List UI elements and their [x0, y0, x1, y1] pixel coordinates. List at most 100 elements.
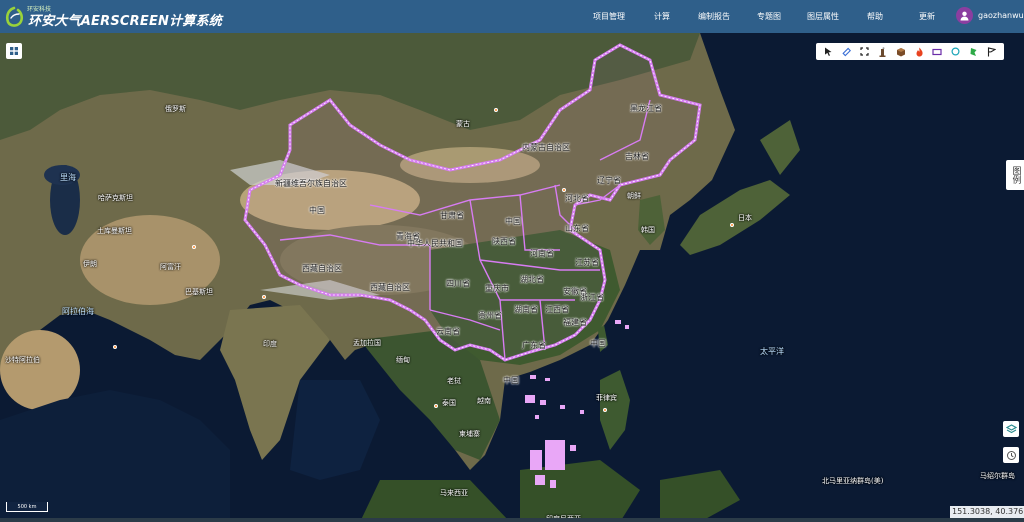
- label-jilin: 吉林省: [625, 152, 649, 161]
- nav-compile-report[interactable]: 编制报告: [698, 11, 730, 22]
- layers-button[interactable]: [1003, 421, 1019, 437]
- main-nav: 项目管理 计算 编制报告 专题图 图层属性 帮助 更新: [588, 0, 935, 33]
- fire-icon[interactable]: [912, 45, 926, 59]
- label-neimenggu: 内蒙古自治区: [522, 143, 570, 152]
- label-hunan: 湖南省: [514, 305, 538, 314]
- label-arabian-sea: 阿拉伯海: [62, 307, 94, 316]
- layers-icon: [1005, 423, 1017, 433]
- label-afghan: 阿富汗: [160, 263, 181, 271]
- label-pakistan: 巴基斯坦: [185, 288, 213, 296]
- city-dot-kabul: [192, 245, 196, 249]
- logo-leaf-icon: [4, 6, 24, 28]
- nav-help[interactable]: 帮助: [867, 11, 883, 22]
- legend-label: 图例: [1010, 166, 1021, 184]
- label-malaysia: 马来西亚: [440, 489, 468, 497]
- brand: 环安科技 环安大气AERSCREEN计算系统: [0, 5, 222, 29]
- label-xizang-2: 西藏自治区: [370, 283, 410, 292]
- avatar[interactable]: [956, 7, 973, 24]
- clock-icon: [1006, 450, 1016, 460]
- label-shandong: 山东省: [565, 224, 589, 233]
- label-zhejiang: 浙江省: [580, 293, 604, 302]
- label-turkmen: 土库曼斯坦: [97, 227, 132, 235]
- legend-tab[interactable]: 图例: [1006, 160, 1024, 190]
- label-jiangxi: 江西省: [545, 305, 569, 314]
- label-hainan: 中国: [503, 376, 519, 385]
- satellite-basemap: [0, 33, 1024, 522]
- label-xinjiang: 新疆维吾尔族自治区: [275, 179, 347, 188]
- circle-icon[interactable]: [948, 45, 962, 59]
- select-arrow-icon[interactable]: [821, 45, 835, 59]
- label-cambodia: 柬埔寨: [459, 430, 480, 438]
- city-dot-ulaanbaatar: [494, 108, 498, 112]
- label-vietnam: 越南: [477, 397, 491, 405]
- label-prc: 中华人民共和国: [407, 239, 463, 248]
- city-dot-manila: [603, 408, 607, 412]
- history-button[interactable]: [1003, 447, 1019, 463]
- nav-update[interactable]: 更新: [919, 11, 935, 22]
- map-view[interactable]: 新疆维吾尔族自治区 内蒙古自治区 黑龙江省 吉林省 辽宁省 河北省 甘肃省 青海…: [0, 33, 1024, 522]
- nav-layer-properties[interactable]: 图层属性: [807, 11, 839, 22]
- top-bar: 环安科技 环安大气AERSCREEN计算系统 项目管理 计算 编制报告 专题图 …: [0, 0, 1024, 33]
- label-gansu: 甘肃省: [440, 211, 464, 220]
- label-heilongjiang: 黑龙江省: [630, 104, 662, 113]
- fullscreen-icon[interactable]: [857, 45, 871, 59]
- city-dot-beijing: [562, 188, 566, 192]
- label-xizang: 西藏自治区: [302, 264, 342, 273]
- label-korea: 韩国: [641, 226, 655, 234]
- label-henan: 河南省: [530, 249, 554, 258]
- label-philippines: 菲律宾: [596, 394, 617, 402]
- city-dot-muscat: [113, 345, 117, 349]
- label-taiwan: 中国: [590, 339, 606, 348]
- label-iran: 伊朗: [83, 260, 97, 268]
- label-laos: 老挝: [447, 377, 461, 385]
- label-pacific: 太平洋: [760, 347, 784, 356]
- label-chongqing: 重庆市: [485, 284, 509, 293]
- label-kazakh: 哈萨克斯坦: [98, 194, 133, 202]
- label-marshall: 马绍尔群岛: [980, 472, 1015, 480]
- label-mongolia: 蒙古: [456, 120, 470, 128]
- label-north-korea: 朝鲜: [627, 192, 641, 200]
- username: gaozhanwu: [978, 11, 1024, 20]
- app-title: 环安大气AERSCREEN计算系统: [28, 13, 222, 29]
- scale-bar: 500 km: [6, 502, 48, 512]
- label-japan: 日本: [738, 214, 752, 222]
- nav-thematic-map[interactable]: 专题图: [757, 11, 781, 22]
- label-hubei: 湖北省: [520, 275, 544, 284]
- user-menu[interactable]: gaozhanwu: [956, 7, 1024, 24]
- logo-subtitle: 环安科技: [27, 6, 52, 13]
- nav-project-management[interactable]: 项目管理: [593, 11, 625, 22]
- city-dot-tokyo: [730, 223, 734, 227]
- app-root: 环安科技 环安大气AERSCREEN计算系统 项目管理 计算 编制报告 专题图 …: [0, 0, 1024, 522]
- coordinate-readout: 151.3038, 40.3761: [950, 506, 1024, 518]
- grid-icon: [10, 47, 18, 55]
- city-dot-bangkok: [434, 404, 438, 408]
- label-jiangsu: 江苏省: [575, 258, 599, 267]
- label-china-west: 中国: [309, 206, 325, 215]
- label-guangdong: 广东省: [522, 341, 546, 350]
- flag-icon[interactable]: [985, 45, 999, 59]
- label-sichuan: 四川省: [446, 279, 470, 288]
- label-fujian: 福建省: [563, 318, 587, 327]
- label-mariana: 北马里亚纳群岛(美): [822, 477, 884, 485]
- label-yunnan: 云南省: [436, 327, 460, 336]
- city-dot-delhi: [262, 295, 266, 299]
- rectangle-icon[interactable]: [930, 45, 944, 59]
- label-guizhou: 贵州省: [478, 311, 502, 320]
- label-caspian: 里海: [60, 173, 76, 182]
- label-russia: 俄罗斯: [165, 105, 186, 113]
- bottom-strip: [0, 518, 1024, 522]
- label-bangladesh: 孟加拉国: [353, 339, 381, 347]
- label-liaoning: 辽宁省: [597, 176, 621, 185]
- chimney-icon[interactable]: [876, 45, 890, 59]
- label-burma: 缅甸: [396, 356, 410, 364]
- polygon-icon[interactable]: [967, 45, 981, 59]
- building-icon[interactable]: [894, 45, 908, 59]
- label-shaanxi: 陕西省: [492, 237, 516, 246]
- label-saudi: 沙特阿拉伯: [5, 356, 40, 364]
- label-india: 印度: [263, 340, 277, 348]
- nav-calculate[interactable]: 计算: [654, 11, 670, 22]
- label-china-center: 中国: [505, 217, 521, 226]
- layer-switch-button[interactable]: [6, 43, 22, 59]
- label-hebei: 河北省: [565, 194, 589, 203]
- measure-icon[interactable]: [839, 45, 853, 59]
